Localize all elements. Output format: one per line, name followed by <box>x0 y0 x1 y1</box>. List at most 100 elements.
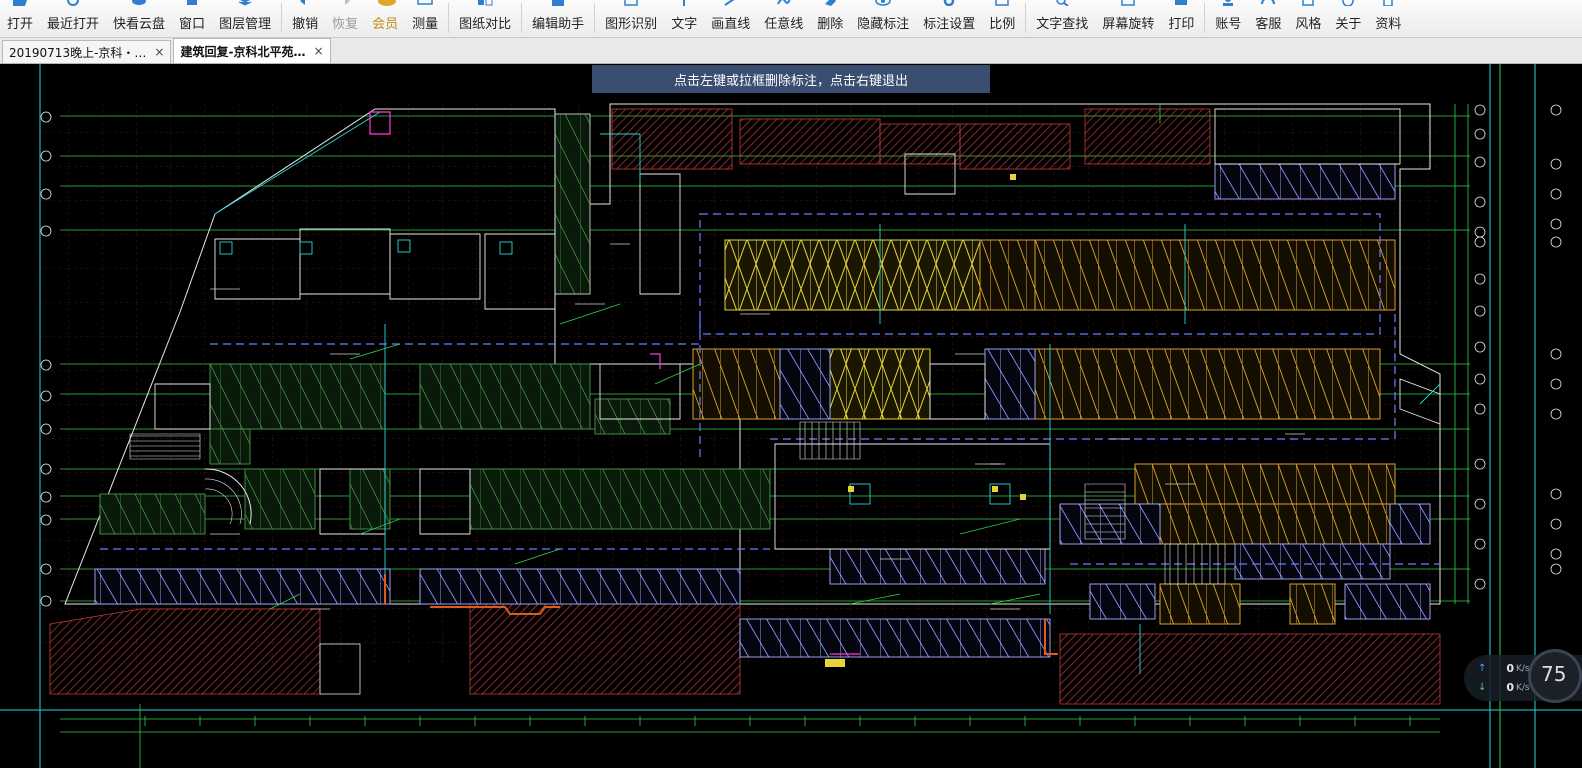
compare-icon <box>477 0 493 6</box>
toolbar-compare-button[interactable]: 图纸对比 <box>452 0 518 37</box>
eraser-icon <box>822 0 838 6</box>
download-speed: ↓ 0 K/s <box>1478 681 1530 694</box>
main-toolbar: 打开 最近打开 快看云盘 窗口 图层管理 撤销 恢复 会员 测量 图纸对比 编辑… <box>0 0 1582 38</box>
toolbar-account-label: 账号 <box>1215 17 1242 32</box>
toolbar-shape-recognize-button[interactable]: 图形识别 <box>598 0 664 37</box>
toolbar-edit-assistant-button[interactable]: 编辑助手 <box>525 0 591 37</box>
toolbar-separator <box>281 3 283 33</box>
document-tab-bar: 20190713晚上-京科・… × 建筑回复-京科北平苑… × <box>0 38 1582 64</box>
toolbar-freehand-label: 任意线 <box>764 17 804 32</box>
toolbar-edit-assistant-label: 编辑助手 <box>532 17 585 32</box>
window-icon <box>184 0 200 5</box>
text-search-icon <box>1054 0 1070 7</box>
toolbar-print-label: 打印 <box>1168 17 1195 32</box>
download-speed-value: 0 <box>1506 681 1514 694</box>
document-icon <box>1380 0 1396 7</box>
info-icon <box>1340 0 1356 7</box>
toolbar-undo-label: 撤销 <box>292 17 319 32</box>
toolbar-window-label: 窗口 <box>179 17 206 32</box>
axis-markers-right <box>1474 104 1486 590</box>
download-arrow-icon: ↓ <box>1478 682 1487 693</box>
tab-title: 20190713晚上-京科・… <box>9 45 147 60</box>
ruler-icon <box>417 0 433 5</box>
toolbar-scale-label: 比例 <box>989 17 1016 32</box>
folder-open-icon <box>12 0 28 6</box>
upload-speed-value: 0 <box>1506 662 1514 675</box>
toolbar-text-search-label: 文字查找 <box>1036 17 1089 32</box>
headset-icon <box>1260 0 1276 5</box>
recent-icon <box>65 0 81 6</box>
toolbar-about-button[interactable]: 关于 <box>1328 0 1368 37</box>
cad-viewer-app: 打开 最近打开 快看云盘 窗口 图层管理 撤销 恢复 会员 测量 图纸对比 编辑… <box>0 0 1582 768</box>
toolbar-separator <box>448 3 450 33</box>
toolbar-text-button[interactable]: 文字 <box>664 0 704 37</box>
toolbar-hide-annotation-button[interactable]: 隐藏标注 <box>850 0 916 37</box>
toolbar-recent-button[interactable]: 最近打开 <box>40 0 106 37</box>
freehand-icon <box>776 0 792 5</box>
toolbar-print-button[interactable]: 打印 <box>1161 0 1201 37</box>
user-icon <box>1220 0 1236 6</box>
drawing-canvas[interactable]: 点击左键或拉框删除标注，点击右键退出 ↑ 0 K/s ↓ 0 K/s 75 <box>0 64 1582 768</box>
toolbar-separator <box>1025 3 1027 33</box>
undo-icon <box>297 0 313 5</box>
cad-drawing[interactable] <box>0 64 1582 768</box>
toolbar-freehand-button[interactable]: 任意线 <box>757 0 810 37</box>
palette-icon <box>1300 0 1316 6</box>
toolbar-docs-button[interactable]: 资料 <box>1368 0 1408 37</box>
toolbar-rotate-button[interactable]: 屏幕旋转 <box>1095 0 1161 37</box>
toolbar-scale-button[interactable]: 比例 <box>982 0 1022 37</box>
toolbar-recent-label: 最近打开 <box>47 17 100 32</box>
close-icon[interactable]: × <box>313 44 323 58</box>
toolbar-annotation-settings-label: 标注设置 <box>923 17 976 32</box>
tab-document-1[interactable]: 20190713晚上-京科・… × <box>2 40 172 63</box>
toolbar-cloud-label: 快看云盘 <box>113 17 166 32</box>
toolbar-line-button[interactable]: 画直线 <box>704 0 757 37</box>
toolbar-text-label: 文字 <box>671 17 698 32</box>
cloud-icon <box>131 0 147 5</box>
toolbar-text-search-button[interactable]: 文字查找 <box>1029 0 1095 37</box>
toolbar-support-button[interactable]: 客服 <box>1248 0 1288 37</box>
right-partial-drawing <box>1550 104 1562 575</box>
toolbar-separator <box>1204 3 1206 33</box>
shape-recognize-icon <box>623 0 639 6</box>
bottom-dimensions <box>144 716 1411 726</box>
edit-assistant-icon <box>550 0 566 6</box>
delete-annotation-hint: 点击左键或拉框删除标注，点击右键退出 <box>592 65 990 93</box>
toolbar-undo-button[interactable]: 撤销 <box>285 0 325 37</box>
scale-icon <box>994 0 1010 6</box>
toolbar-style-button[interactable]: 风格 <box>1288 0 1328 37</box>
tab-title: 建筑回复-京科北平苑… <box>180 44 306 59</box>
toolbar-measure-button[interactable]: 测量 <box>405 0 445 37</box>
toolbar-redo-button[interactable]: 恢复 <box>325 0 365 37</box>
toolbar-support-label: 客服 <box>1255 17 1282 32</box>
toolbar-layers-button[interactable]: 图层管理 <box>212 0 278 37</box>
toolbar-open-label: 打开 <box>7 17 34 32</box>
toolbar-layers-label: 图层管理 <box>219 17 272 32</box>
toolbar-delete-button[interactable]: 删除 <box>810 0 850 37</box>
toolbar-vip-label: 会员 <box>372 17 399 32</box>
toolbar-shape-recognize-label: 图形识别 <box>605 17 658 32</box>
toolbar-open-button[interactable]: 打开 <box>0 0 40 37</box>
toolbar-cloud-button[interactable]: 快看云盘 <box>106 0 172 37</box>
toolbar-window-button[interactable]: 窗口 <box>172 0 212 37</box>
toolbar-annotation-settings-button[interactable]: 标注设置 <box>916 0 982 37</box>
toolbar-rotate-label: 屏幕旋转 <box>1102 17 1155 32</box>
eye-icon <box>875 0 891 6</box>
toolbar-line-label: 画直线 <box>711 17 751 32</box>
toolbar-style-label: 风格 <box>1295 17 1322 32</box>
network-speed-widget: ↑ 0 K/s ↓ 0 K/s 75 <box>1464 649 1582 703</box>
toolbar-redo-label: 恢复 <box>332 17 359 32</box>
toolbar-vip-button[interactable]: 会员 <box>365 0 405 37</box>
printer-icon <box>1173 0 1189 5</box>
download-speed-unit: K/s <box>1516 682 1530 693</box>
toolbar-compare-label: 图纸对比 <box>459 17 512 32</box>
gauge-value: 75 <box>1541 662 1567 686</box>
toolbar-separator <box>521 3 523 33</box>
tab-document-2[interactable]: 建筑回复-京科北平苑… × <box>173 38 331 63</box>
rotate-icon <box>1120 0 1136 6</box>
toolbar-account-button[interactable]: 账号 <box>1208 0 1248 37</box>
toolbar-about-label: 关于 <box>1335 17 1362 32</box>
toolbar-separator <box>594 3 596 33</box>
close-icon[interactable]: × <box>154 45 164 59</box>
memory-gauge[interactable]: 75 <box>1528 649 1582 703</box>
